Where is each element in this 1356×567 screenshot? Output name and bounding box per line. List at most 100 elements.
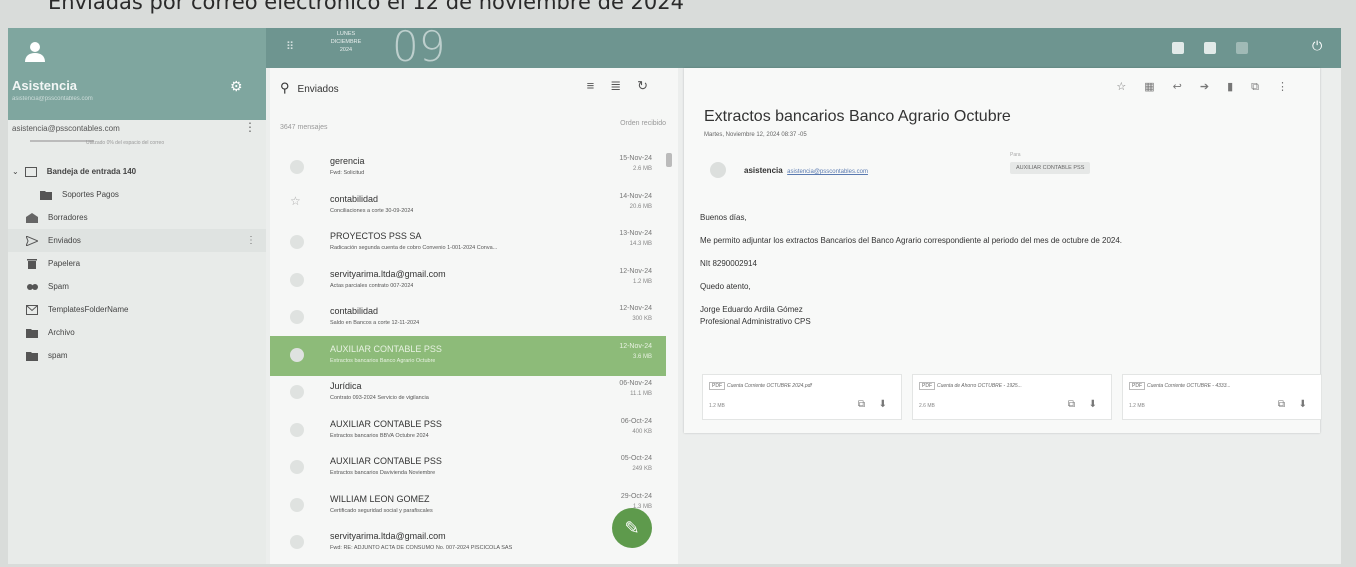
to-label: Para xyxy=(1010,152,1021,158)
open-external-icon[interactable]: ⧉ xyxy=(1251,81,1277,93)
folder-list: ⌄ Bandeja de entrada 140 Soportes Pagos … xyxy=(8,160,266,367)
attachment-size: 1.2 MB xyxy=(709,403,725,409)
message-date: 12-Nov-24 xyxy=(619,305,652,312)
message-from: AUXILIAR CONTABLE PSS xyxy=(330,456,442,466)
forward-icon[interactable]: ➔ xyxy=(1200,81,1227,93)
folder-spam[interactable]: Spam xyxy=(8,275,266,298)
message-body: Buenos días, Me permito adjuntar los ext… xyxy=(700,212,1310,328)
filter-icon[interactable]: ≡ xyxy=(587,78,611,93)
list-scrollbar[interactable] xyxy=(666,153,672,167)
account-menu-icon[interactable]: ⋮ xyxy=(244,120,256,134)
inbox-count: 140 xyxy=(122,167,137,176)
message-row[interactable]: ☆ contabilidad Conciliaciones a corte 30-0… xyxy=(270,186,666,226)
message-row[interactable]: servityarima.ltda@gmail.com Actas parcial… xyxy=(270,261,666,301)
folder-label: Borradores xyxy=(48,213,88,222)
folder-label: TemplatesFolderName xyxy=(48,305,129,314)
download-icon[interactable]: ⬇ xyxy=(879,399,887,410)
folder-enviados[interactable]: Enviados ⋮ xyxy=(8,229,266,252)
avatar-icon xyxy=(290,460,304,474)
attachment-size: 2.6 MB xyxy=(919,403,935,409)
folder-archivo[interactable]: Archivo xyxy=(8,321,266,344)
sender-avatar xyxy=(710,162,726,178)
message-row[interactable]: AUXILIAR CONTABLE PSS Extractos bancarios… xyxy=(270,411,666,451)
attachment-name: Cuenta de Ahorro OCTUBRE - 1925... xyxy=(937,383,1022,389)
download-icon[interactable]: ⬇ xyxy=(1089,399,1097,410)
message-from: WILLIAM LEON GOMEZ xyxy=(330,493,430,504)
folder-soportes-pagos[interactable]: Soportes Pagos xyxy=(8,183,266,206)
top-bar: ⠿ LUNES DICIEMBRE 2024 09 ⏻ xyxy=(266,28,1341,71)
preview-icon[interactable]: ⧉ xyxy=(1068,399,1075,410)
message-from: AUXILIAR CONTABLE PSS xyxy=(330,343,442,354)
settings-gear-icon[interactable]: ⚙ xyxy=(230,78,243,95)
message-date: 29-Oct-24 xyxy=(620,492,652,500)
user-avatar-icon[interactable] xyxy=(24,40,46,64)
attachment-card[interactable]: PDF Cuenta Corriente OCTUBRE - 4333... 1.… xyxy=(1122,374,1322,420)
label-icon[interactable]: ▦ xyxy=(1144,81,1172,93)
message-date: 14-Nov-24 xyxy=(619,192,652,200)
sort-icon[interactable]: ≣ xyxy=(610,78,637,93)
calendar-icon[interactable] xyxy=(1172,42,1184,54)
folder-menu-icon[interactable]: ⋮ xyxy=(246,235,256,246)
message-subject: Contrato 093-2024 Servicio de vigilancia xyxy=(330,395,429,401)
recipient-chip[interactable]: AUXILIAR CONTABLE PSS xyxy=(1010,162,1091,174)
date-year: 2024 xyxy=(339,47,353,53)
pdf-badge: PDF xyxy=(1129,382,1145,390)
message-row[interactable]: servityarima.ltda@gmail.com Fwd: RE: ADJU… xyxy=(270,523,666,563)
apps-grid-icon[interactable]: ⠿ xyxy=(286,40,294,53)
search-icon[interactable]: ⚲ xyxy=(280,80,290,95)
attachment-name: Cuenta Corriente OCTUBRE 2024.pdf xyxy=(727,383,812,389)
pdf-badge: PDF xyxy=(709,382,725,390)
message-date: 12-Nov-24 xyxy=(619,342,652,350)
sender-email[interactable]: asistencia@psscontables.com xyxy=(787,169,868,175)
compose-button[interactable]: ✎ xyxy=(612,508,652,548)
reply-icon[interactable]: ↩ xyxy=(1173,81,1200,93)
message-row[interactable]: WILLIAM LEON GOMEZ Certificado seguridad … xyxy=(270,486,666,526)
screenshot-caption: Enviadas por correo electrónico el 12 de… xyxy=(48,0,684,14)
delete-icon[interactable]: ▮ xyxy=(1227,81,1251,93)
message-row[interactable]: AUXILIAR CONTABLE PSS Extractos bancarios… xyxy=(270,448,666,488)
attachment-card[interactable]: PDF Cuenta de Ahorro OCTUBRE - 1925... 2.… xyxy=(912,374,1112,420)
contacts-icon[interactable] xyxy=(1204,42,1216,54)
message-subject: Extractos bancarios Banco Agrario Octubr… xyxy=(330,357,436,364)
folder-icon xyxy=(26,328,38,338)
download-icon[interactable]: ⬇ xyxy=(1299,399,1307,410)
message-date: 05-Oct-24 xyxy=(620,455,652,462)
folder-spam-custom[interactable]: spam xyxy=(8,344,266,367)
avatar-icon xyxy=(290,160,304,174)
folder-borradores[interactable]: Borradores xyxy=(8,206,266,229)
folder-icon xyxy=(26,351,38,361)
power-icon[interactable]: ⏻ xyxy=(1312,38,1328,54)
message-row[interactable]: PROYECTOS PSS SA Radicación segunda cuent… xyxy=(270,223,666,263)
message-row[interactable]: gerencia Fwd: Solicitud 15-Nov-24 2.6 MB xyxy=(270,148,666,188)
star-icon[interactable]: ☆ xyxy=(290,194,301,208)
trash-icon xyxy=(27,258,37,269)
avatar-icon xyxy=(290,272,304,287)
message-list: ⚲ Enviados ≡≣↻ 3647 mensajes Orden recibi… xyxy=(270,68,678,564)
notes-icon[interactable] xyxy=(1236,42,1248,54)
refresh-icon[interactable]: ↻ xyxy=(637,78,664,93)
more-icon[interactable]: ⋮ xyxy=(1277,81,1306,93)
sort-order[interactable]: Orden recibido xyxy=(620,120,666,127)
star-icon[interactable]: ☆ xyxy=(1116,81,1144,93)
message-row[interactable]: contabilidad Saldo en Bancos a corte 12-1… xyxy=(270,298,666,338)
folder-templates[interactable]: TemplatesFolderName xyxy=(8,298,266,321)
message-row[interactable]: Jurídica Contrato 093-2024 Servicio de vi… xyxy=(270,373,666,413)
preview-icon[interactable]: ⧉ xyxy=(1278,399,1285,410)
message-size: 11.1 MB xyxy=(630,391,652,397)
message-from: contabilidad xyxy=(330,306,379,316)
attachment-card[interactable]: PDF Cuenta Corriente OCTUBRE 2024.pdf 1.2… xyxy=(702,374,902,420)
search-box[interactable]: ⚲ Enviados xyxy=(280,80,339,96)
inbox-icon xyxy=(24,166,37,177)
message-row[interactable]: AUXILIAR CONTABLE PSS Extractos bancarios… xyxy=(270,335,666,376)
account-header: Asistencia asistencia@psscontables.com ⚙ xyxy=(8,28,266,120)
message-from: contabilidad xyxy=(330,193,379,204)
message-subject: Fwd: Solicitud xyxy=(330,170,365,176)
avatar-icon xyxy=(290,347,304,362)
folder-papelera[interactable]: Papelera xyxy=(8,252,266,275)
avatar-icon xyxy=(290,310,304,324)
list-toolbar: ≡≣↻ xyxy=(587,78,664,94)
preview-icon[interactable]: ⧉ xyxy=(858,399,865,410)
chevron-down-icon[interactable]: ⌄ xyxy=(12,167,19,176)
send-icon xyxy=(26,235,38,246)
folder-inbox[interactable]: ⌄ Bandeja de entrada 140 xyxy=(8,160,266,183)
